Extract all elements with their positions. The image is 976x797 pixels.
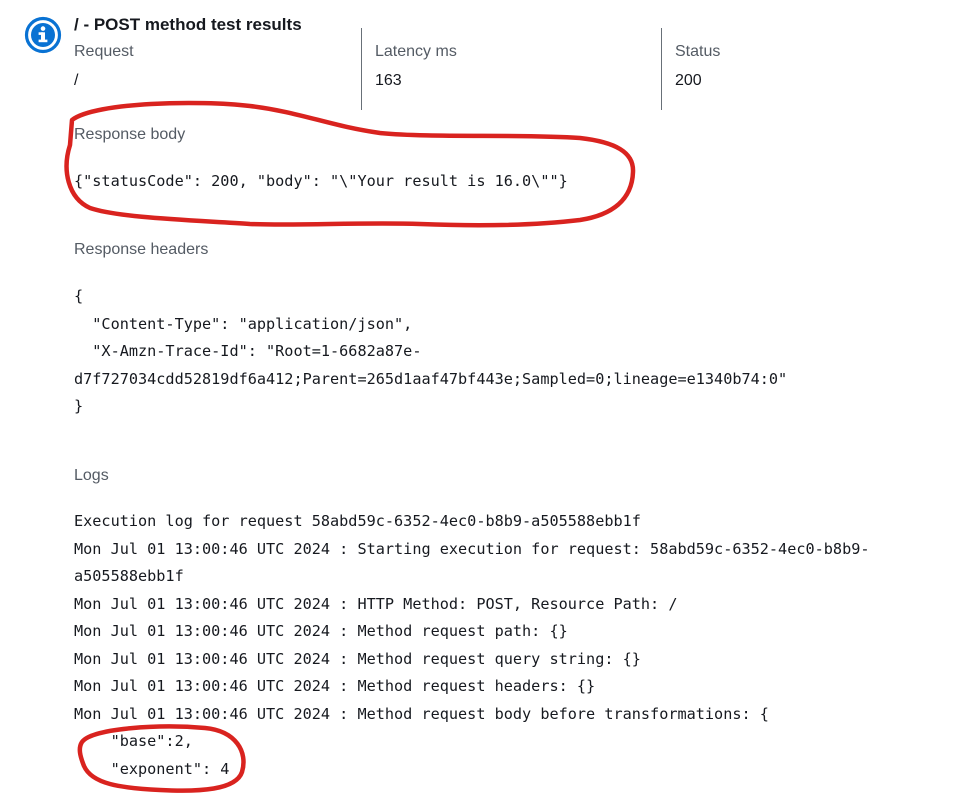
info-icon (24, 16, 62, 54)
status-summary: Status 200 (675, 40, 720, 93)
logs-label: Logs (74, 467, 109, 484)
request-value: / (74, 72, 79, 89)
annotation-circle-response-body (64, 100, 636, 228)
log-line: Mon Jul 01 13:00:46 UTC 2024 : Starting … (74, 539, 870, 558)
log-line: Mon Jul 01 13:00:46 UTC 2024 : Method re… (74, 649, 641, 668)
header-line: "X-Amzn-Trace-Id": "Root=1-6682a87e- (74, 342, 422, 360)
request-label: Request (74, 43, 134, 60)
latency-value: 163 (375, 72, 402, 89)
log-line: Mon Jul 01 13:00:46 UTC 2024 : Method re… (74, 704, 769, 723)
response-body-content: {"statusCode": 200, "body": "\"Your resu… (74, 172, 568, 190)
header-line: d7f727034cdd52819df6a412;Parent=265d1aaf… (74, 369, 788, 388)
log-line: Mon Jul 01 13:00:46 UTC 2024 : HTTP Meth… (74, 594, 678, 613)
log-line: Mon Jul 01 13:00:46 UTC 2024 : Method re… (74, 622, 568, 640)
column-divider (661, 28, 662, 110)
results-title: / - POST method test results (74, 15, 302, 34)
response-body-label: Response body (74, 126, 186, 143)
test-results-panel: / - POST method test results Request / L… (0, 0, 976, 797)
status-label: Status (675, 43, 721, 60)
log-line: a505588ebb1f (74, 567, 184, 585)
log-line: Mon Jul 01 13:00:46 UTC 2024 : Method re… (74, 677, 596, 695)
header-line: { (74, 287, 84, 305)
latency-summary: Latency ms 163 (375, 40, 457, 93)
header-line: } (74, 397, 84, 415)
column-divider (361, 28, 362, 110)
log-line: Execution log for request 58abd59c-6352-… (74, 512, 641, 530)
request-summary: Request / (74, 40, 134, 93)
latency-label: Latency ms (375, 43, 457, 60)
log-line: "exponent": 4 (74, 759, 230, 778)
response-headers-label: Response headers (74, 241, 209, 258)
log-line: "base":2, (74, 732, 193, 750)
header-line: "Content-Type": "application/json", (74, 314, 413, 333)
status-value: 200 (675, 72, 702, 89)
